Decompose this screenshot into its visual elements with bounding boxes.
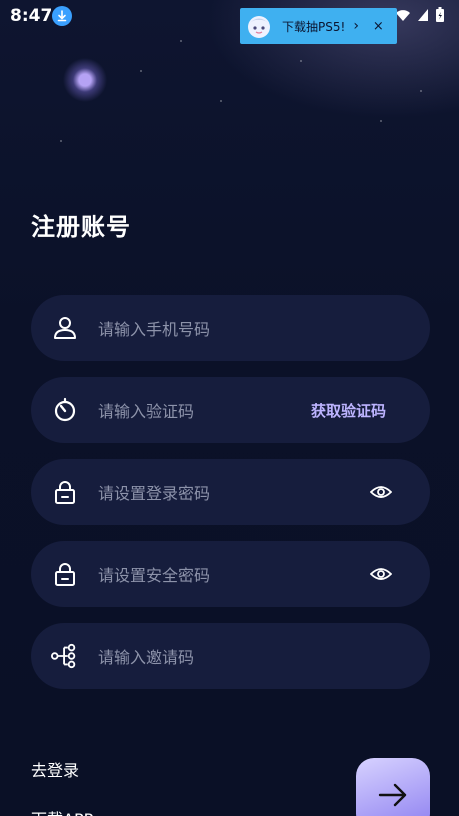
promo-close-icon[interactable]: × bbox=[373, 19, 384, 34]
invite-code-placeholder: 请输入邀请码 bbox=[98, 648, 195, 667]
timer-icon bbox=[51, 396, 79, 424]
star bbox=[220, 100, 222, 102]
code-placeholder: 请输入验证码 bbox=[98, 402, 195, 421]
battery-icon bbox=[436, 7, 444, 22]
star bbox=[180, 40, 182, 42]
user-icon bbox=[51, 314, 79, 342]
star bbox=[380, 120, 382, 122]
verification-code-field[interactable]: 请输入验证码 获取验证码 bbox=[31, 377, 430, 443]
download-app-link[interactable]: 下载APP bbox=[31, 806, 93, 816]
star bbox=[300, 60, 302, 62]
mascot-avatar-icon bbox=[240, 8, 278, 44]
wifi-icon bbox=[396, 10, 410, 21]
arrow-right-icon bbox=[378, 783, 407, 807]
page-title: 注册账号 bbox=[31, 213, 131, 241]
star bbox=[420, 90, 422, 92]
invite-icon bbox=[51, 642, 79, 670]
go-login-link[interactable]: 去登录 bbox=[31, 757, 79, 781]
security-password-placeholder: 请设置安全密码 bbox=[98, 566, 211, 585]
star bbox=[60, 140, 62, 142]
promo-banner[interactable]: 下载抽PS5! › × bbox=[240, 8, 397, 44]
download-icon bbox=[52, 6, 72, 26]
invite-code-field[interactable]: 请输入邀请码 bbox=[31, 623, 430, 689]
login-password-field[interactable]: 请设置登录密码 bbox=[31, 459, 430, 525]
phone-field[interactable]: 请输入手机号码 bbox=[31, 295, 430, 361]
system-icons bbox=[395, 7, 445, 23]
promo-text: 下载抽PS5! bbox=[282, 19, 346, 34]
login-password-placeholder: 请设置登录密码 bbox=[98, 484, 211, 503]
security-password-field[interactable]: 请设置安全密码 bbox=[31, 541, 430, 607]
promo-chevron-icon[interactable]: › bbox=[353, 18, 359, 34]
eye-icon[interactable] bbox=[369, 480, 393, 504]
signal-icon bbox=[418, 9, 428, 21]
eye-icon[interactable] bbox=[369, 562, 393, 586]
submit-arrow-button[interactable] bbox=[356, 758, 430, 816]
phone-placeholder: 请输入手机号码 bbox=[98, 320, 211, 339]
get-code-button[interactable]: 获取验证码 bbox=[311, 400, 386, 421]
lock-icon bbox=[51, 560, 79, 588]
star bbox=[140, 70, 142, 72]
status-time: 8:47 bbox=[10, 6, 53, 26]
lock-icon bbox=[51, 478, 79, 506]
